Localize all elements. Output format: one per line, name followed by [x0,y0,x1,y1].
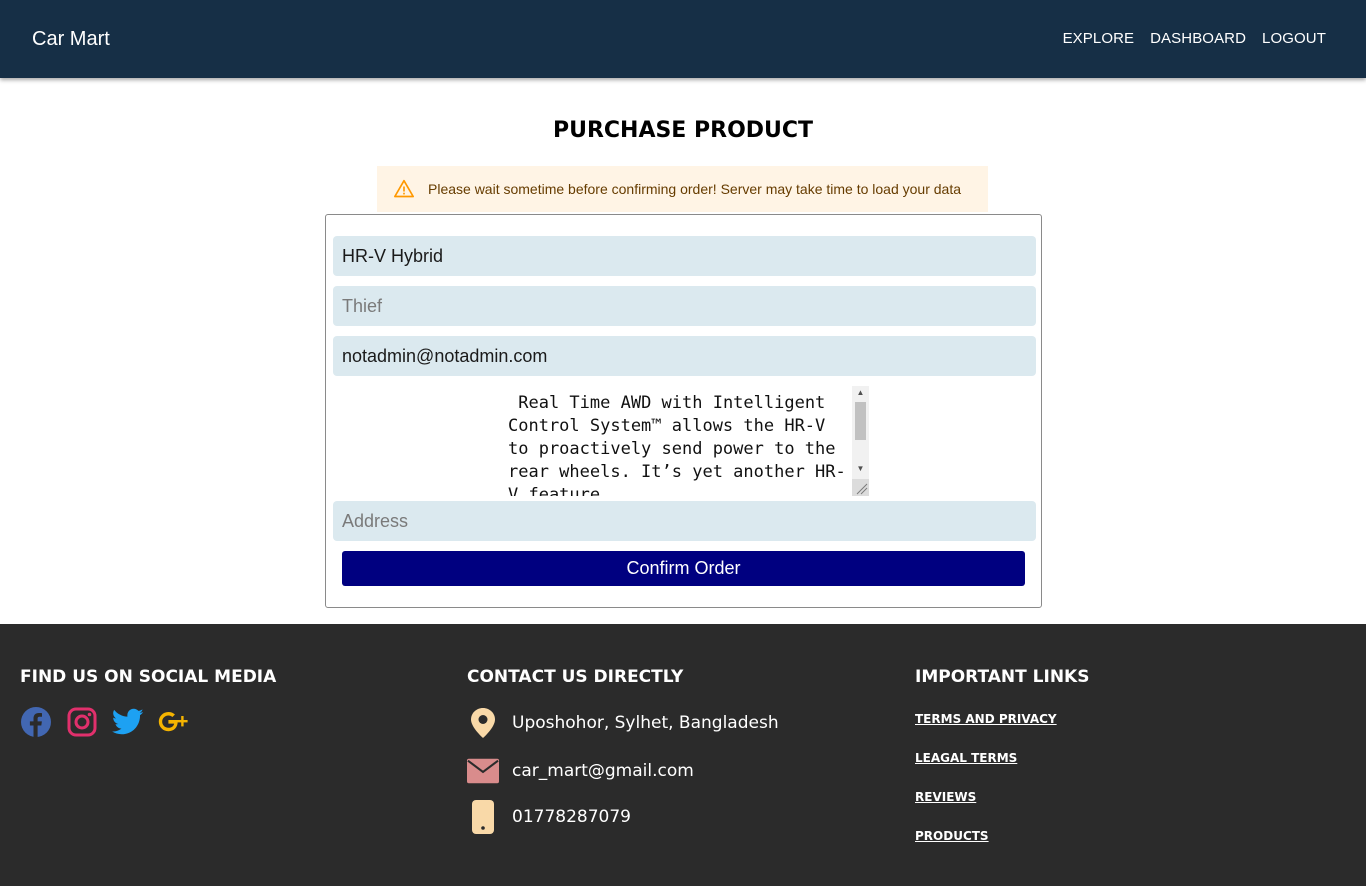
description-textarea[interactable]: Real Time AWD with Intelligent Control S… [506,386,869,496]
nav-links: EXPLORE DASHBOARD LOGOUT [1063,30,1326,48]
address-field[interactable] [333,501,1036,541]
contact-address: Uposhohor, Sylhet, Bangladesh [512,713,779,733]
confirm-order-button[interactable]: Confirm Order [342,551,1025,586]
google-plus-icon[interactable] [158,706,190,738]
contact-phone-row: 01778287079 [467,800,631,834]
contact-heading: CONTACT US DIRECTLY [467,667,684,687]
scroll-down-icon[interactable]: ▼ [852,462,869,476]
product-name-field[interactable] [333,236,1036,276]
nav-dashboard-link[interactable]: DASHBOARD [1150,30,1246,48]
navbar: Car Mart EXPLORE DASHBOARD LOGOUT [0,0,1366,78]
page-title: PURCHASE PRODUCT [552,118,814,143]
reviews-link[interactable]: REVIEWS [915,789,976,805]
mail-icon [467,754,499,788]
twitter-icon[interactable] [112,706,144,738]
warning-alert: Please wait sometime before confirming o… [377,166,988,212]
links-heading: IMPORTANT LINKS [915,667,1090,687]
location-icon [467,706,499,740]
facebook-icon[interactable] [20,706,52,738]
contact-email-row: car_mart@gmail.com [467,754,694,788]
instagram-icon[interactable] [66,706,98,738]
nav-logout-link[interactable]: LOGOUT [1262,30,1326,48]
purchase-form: Real Time AWD with Intelligent Control S… [325,214,1042,608]
description-text: Real Time AWD with Intelligent Control S… [508,393,846,496]
legal-terms-link[interactable]: LEAGAL TERMS [915,750,1017,766]
products-link[interactable]: PRODUCTS [915,828,989,844]
nav-explore-link[interactable]: EXPLORE [1063,30,1135,48]
contact-email: car_mart@gmail.com [512,761,694,781]
social-heading: FIND US ON SOCIAL MEDIA [20,667,277,687]
contact-address-row: Uposhohor, Sylhet, Bangladesh [467,706,779,740]
description-scrollbar[interactable]: ▲ ▼ [852,386,869,496]
phone-icon [467,800,499,834]
social-icons [20,706,190,738]
name-field[interactable] [333,286,1036,326]
terms-privacy-link[interactable]: TERMS AND PRIVACY [915,711,1057,727]
email-field[interactable] [333,336,1036,376]
footer: FIND US ON SOCIAL MEDIA CONTACT US DIREC… [0,624,1366,886]
resize-grip-icon[interactable] [852,479,869,496]
warning-icon [394,179,414,199]
contact-phone: 01778287079 [512,807,631,827]
scroll-up-icon[interactable]: ▲ [852,386,869,400]
scroll-thumb[interactable] [855,402,866,440]
alert-message: Please wait sometime before confirming o… [428,181,962,197]
brand-logo[interactable]: Car Mart [32,27,110,51]
